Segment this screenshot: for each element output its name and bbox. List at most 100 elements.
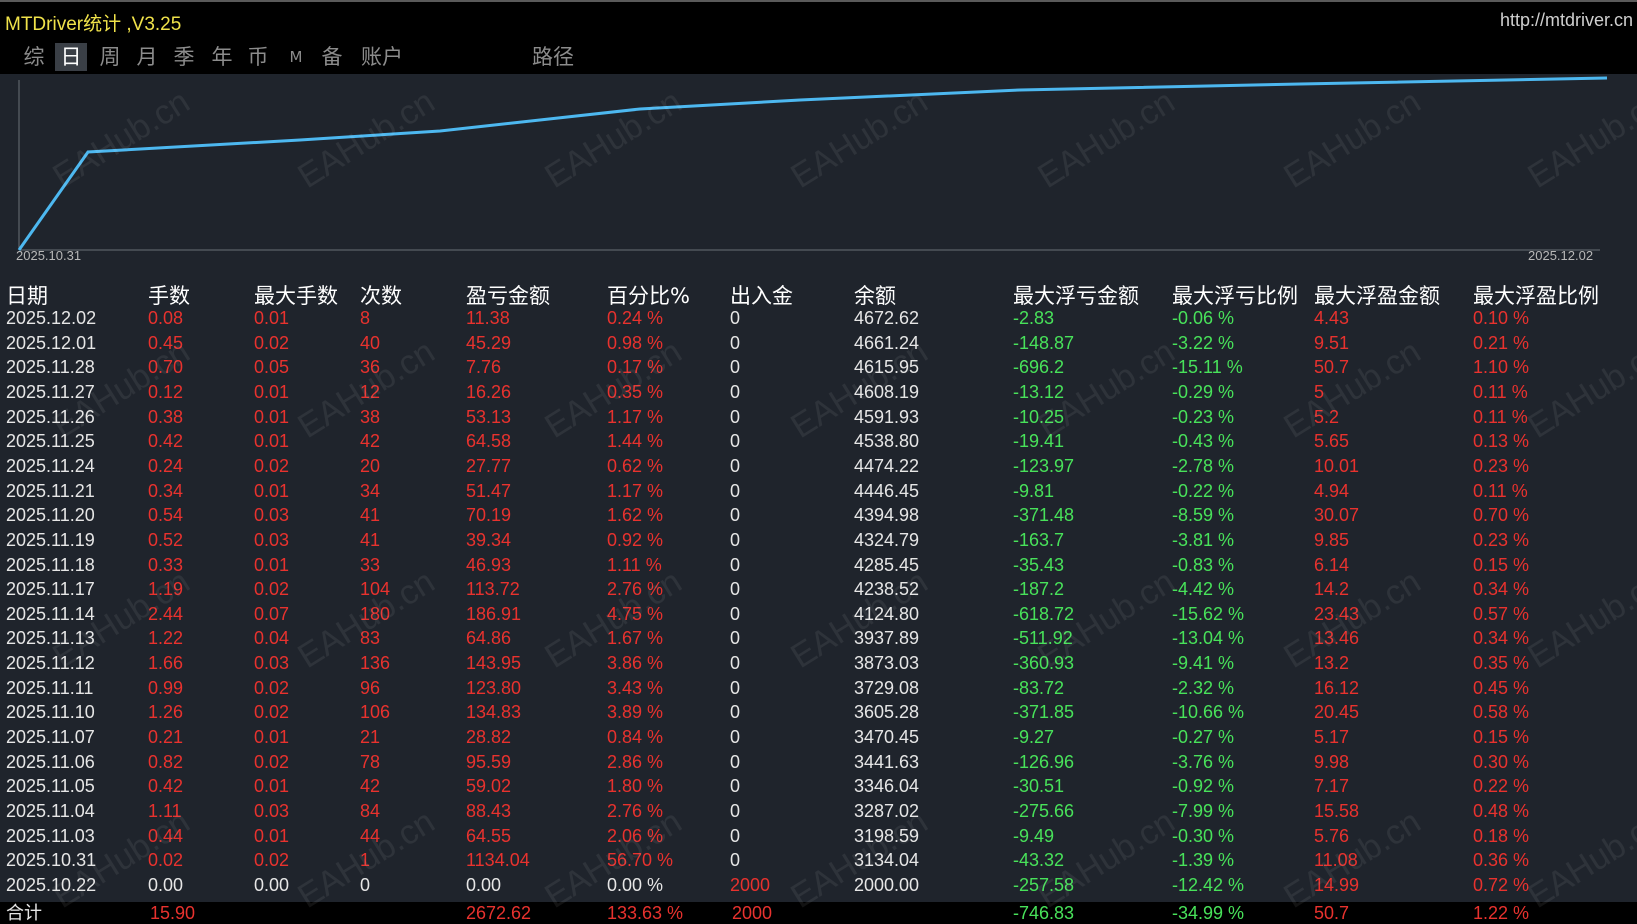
cell-date: 2025.11.18 (6, 554, 95, 575)
cell-max-lots: 0.01 (254, 825, 290, 846)
table-row[interactable]: 2025.11.17 1.19 0.02 104 113.72 2.76 % 0 4238.5… (0, 578, 1637, 603)
tab-path[interactable]: 路径 (526, 43, 580, 71)
website-link[interactable]: http://mtdriver.cn (1500, 10, 1633, 31)
cell-max-float-profit-pct: 0.15 % (1473, 727, 1530, 748)
cell-percent: 1.67 % (607, 628, 664, 649)
column-header-max-float-profit-pct[interactable]: 最大浮盈比例 (1473, 280, 1599, 310)
cell-lots: 0.42 (148, 776, 184, 797)
cell-profit: 70.19 (466, 505, 512, 526)
column-header-max-lots[interactable]: 最大手数 (254, 280, 338, 310)
cell-profit: 64.86 (466, 628, 512, 649)
column-header-max-float-loss-pct[interactable]: 最大浮亏比例 (1172, 280, 1298, 310)
column-header-date[interactable]: 日期 (6, 280, 48, 310)
cell-date: 2025.11.11 (6, 677, 94, 698)
cell-max-float-profit-pct: 0.11 % (1473, 480, 1528, 501)
cell-date: 2025.11.26 (6, 406, 95, 427)
table-row[interactable]: 2025.11.14 2.44 0.07 180 186.91 4.75 % 0 4124.8… (0, 603, 1637, 628)
cell-deposit: 0 (730, 554, 741, 575)
cell-profit: 39.34 (466, 529, 512, 550)
column-header-lots[interactable]: 手数 (148, 280, 190, 310)
cell-balance: 4238.52 (854, 579, 920, 600)
table-row[interactable]: 2025.11.18 0.33 0.01 33 46.93 1.11 % 0 4285.45 -… (0, 554, 1637, 579)
cell-percent: 1.44 % (607, 431, 664, 452)
cell-max-float-loss: -10.25 (1013, 406, 1065, 427)
table-row[interactable]: 2025.11.05 0.42 0.01 42 59.02 1.80 % 0 3346.04 -… (0, 775, 1637, 800)
cell-profit: 64.58 (466, 431, 512, 452)
table-row[interactable]: 2025.11.04 1.11 0.03 84 88.43 2.76 % 0 3287.02 -… (0, 800, 1637, 825)
table-row[interactable]: 2025.10.31 0.02 0.02 1 1134.04 56.70 % 0 3134.0… (0, 849, 1637, 874)
column-header-deposit[interactable]: 出入金 (730, 280, 793, 310)
table-row[interactable]: 2025.11.27 0.12 0.01 12 16.26 0.35 % 0 4608.19 -… (0, 381, 1637, 406)
tab-yearly[interactable]: 年 (206, 43, 238, 71)
stats-window: MTDriver统计 ,V3.25 http://mtdriver.cn 综 日… (0, 0, 1637, 924)
tab-m[interactable]: M (282, 43, 310, 71)
cell-max-lots: 0.02 (254, 332, 290, 353)
table-row[interactable]: 2025.11.12 1.66 0.03 136 143.95 3.86 % 0 3873.0… (0, 652, 1637, 677)
cell-max-float-profit: 14.2 (1314, 579, 1350, 600)
cell-max-float-loss: -30.51 (1013, 776, 1065, 797)
table-row[interactable]: 2025.11.21 0.34 0.01 34 51.47 1.17 % 0 4446.45 -… (0, 480, 1637, 505)
table-row[interactable]: 2025.11.20 0.54 0.03 41 70.19 1.62 % 0 4394.98 -… (0, 504, 1637, 529)
column-header-max-float-profit[interactable]: 最大浮盈金额 (1314, 280, 1440, 310)
cell-max-float-loss: -618.72 (1013, 603, 1075, 624)
cell-trades: 42 (360, 431, 381, 452)
cell-date: 2025.11.27 (6, 381, 95, 402)
cell-max-lots: 0.02 (254, 850, 290, 871)
table-row[interactable]: 2025.11.24 0.24 0.02 20 27.77 0.62 % 0 4474.22 -… (0, 455, 1637, 480)
tab-quarterly[interactable]: 季 (168, 43, 200, 71)
table-row[interactable]: 2025.11.11 0.99 0.02 96 123.80 3.43 % 0 3729.08… (0, 677, 1637, 702)
cell-profit: 0.00 (466, 874, 502, 895)
cell-max-float-loss-pct: -0.43 % (1172, 431, 1235, 452)
cell-percent: 1.11 % (607, 554, 662, 575)
cell-max-lots: 0.01 (254, 727, 290, 748)
cell-max-float-profit: 4.94 (1314, 480, 1350, 501)
column-header-percent[interactable]: 百分比% (607, 280, 690, 310)
table-row[interactable]: 2025.11.25 0.42 0.01 42 64.58 1.44 % 0 4538.80 -… (0, 430, 1637, 455)
cell-lots: 0.00 (148, 874, 184, 895)
tab-backup[interactable]: 备 (316, 43, 348, 71)
table-row[interactable]: 2025.11.03 0.44 0.01 44 64.55 2.06 % 0 3198.59 -… (0, 825, 1637, 850)
cell-date: 2025.11.19 (6, 529, 95, 550)
table-row[interactable]: 2025.11.07 0.21 0.01 21 28.82 0.84 % 0 3470.45 -… (0, 726, 1637, 751)
cell-deposit: 0 (730, 406, 741, 427)
cell-max-float-loss-pct: -0.83 % (1172, 554, 1235, 575)
tab-weekly[interactable]: 周 (94, 43, 126, 71)
cell-max-float-loss: -148.87 (1013, 332, 1075, 353)
tab-monthly[interactable]: 月 (131, 43, 163, 71)
cell-balance: 4324.79 (854, 529, 920, 550)
cell-max-float-profit-pct: 0.13 % (1473, 431, 1530, 452)
cell-max-float-profit-pct: 0.18 % (1473, 825, 1530, 846)
cell-date: 2025.11.13 (6, 628, 95, 649)
table-row[interactable]: 2025.11.06 0.82 0.02 78 95.59 2.86 % 0 3441.63 -… (0, 751, 1637, 776)
column-header-balance[interactable]: 余额 (854, 280, 896, 310)
cell-max-float-profit: 23.43 (1314, 603, 1360, 624)
table-row[interactable]: 2025.11.13 1.22 0.04 83 64.86 1.67 % 0 3937.89 -… (0, 627, 1637, 652)
table-row[interactable]: 2025.11.28 0.70 0.05 36 7.76 0.17 % 0 4615.95 -6… (0, 356, 1637, 381)
cell-trades: 36 (360, 357, 381, 378)
cell-max-float-profit: 4.43 (1314, 308, 1350, 328)
cell-max-float-profit: 50.7 (1314, 357, 1350, 378)
tab-currency[interactable]: 币 (242, 43, 274, 71)
cell-profit: 1134.04 (466, 850, 530, 871)
cell-balance: 4591.93 (854, 406, 920, 427)
column-header-max-float-loss[interactable]: 最大浮亏金额 (1013, 280, 1139, 310)
table-row[interactable]: 2025.10.22 0.00 0.00 0 0.00 0.00 % 2000 2000.00… (0, 874, 1637, 899)
column-header-trades[interactable]: 次数 (360, 280, 402, 310)
table-row[interactable]: 2025.11.26 0.38 0.01 38 53.13 1.17 % 0 4591.93 -… (0, 406, 1637, 431)
table-row[interactable]: 2025.12.01 0.45 0.02 40 45.29 0.98 % 0 4661.24 -… (0, 332, 1637, 357)
column-header-profit[interactable]: 盈亏金额 (466, 280, 550, 310)
tab-summary[interactable]: 综 (18, 43, 50, 71)
cell-date: 2025.11.12 (6, 653, 95, 674)
table-row[interactable]: 2025.12.02 0.08 0.01 8 11.38 0.24 % 0 4672.62 -2… (0, 307, 1637, 332)
cell-date: 2025.11.07 (6, 727, 95, 748)
cell-max-float-profit-pct: 0.23 % (1473, 455, 1530, 476)
cell-max-lots: 0.03 (254, 505, 290, 526)
table-row[interactable]: 2025.11.19 0.52 0.03 41 39.34 0.92 % 0 4324.79 -… (0, 529, 1637, 554)
tab-account[interactable]: 账户 (355, 43, 409, 71)
tab-daily[interactable]: 日 (55, 43, 87, 71)
cell-trades: 42 (360, 776, 381, 797)
cell-percent: 3.43 % (607, 677, 664, 698)
cell-deposit: 0 (730, 825, 741, 846)
table-row[interactable]: 2025.11.10 1.26 0.02 106 134.83 3.89 % 0 3605.2… (0, 701, 1637, 726)
cell-max-float-profit-pct: 0.11 % (1473, 381, 1528, 402)
